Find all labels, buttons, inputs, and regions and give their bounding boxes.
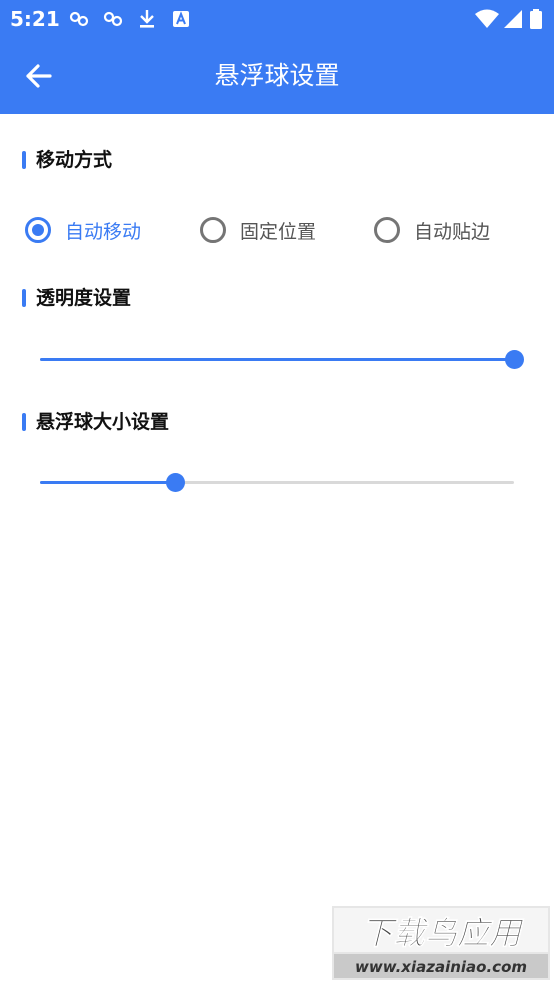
section-accent-bar	[22, 413, 26, 431]
radio-label-fixed-position: 固定位置	[240, 220, 317, 243]
radio-auto-edge[interactable]: 自动贴边	[374, 212, 490, 248]
download-icon	[140, 10, 154, 28]
radio-unchecked-icon	[374, 217, 400, 243]
app-bar: 悬浮球设置	[0, 38, 554, 114]
signal-icon	[504, 10, 522, 28]
section-accent-bar	[22, 151, 26, 169]
section-ball-size: 悬浮球大小设置	[22, 410, 169, 434]
section-title-move-mode: 移动方式	[36, 149, 113, 171]
slider-fill	[40, 481, 175, 484]
section-title-transparency: 透明度设置	[36, 287, 132, 309]
section-transparency: 透明度设置	[22, 286, 131, 310]
section-move-mode: 移动方式	[22, 148, 112, 172]
watermark-logo: 下载鸟应用 www.xiazainiao.com	[332, 906, 550, 980]
battery-icon	[530, 9, 542, 29]
slider-thumb[interactable]	[166, 473, 185, 492]
radio-label-auto-move: 自动移动	[65, 220, 142, 243]
section-accent-bar	[22, 289, 26, 307]
slider-thumb[interactable]	[505, 350, 524, 369]
watermark-url-text: www.xiazainiao.com	[355, 958, 527, 976]
slider-fill	[40, 358, 514, 361]
radio-fixed-position[interactable]: 固定位置	[200, 212, 316, 248]
wifi-icon	[475, 9, 499, 28]
status-time: 5:21	[10, 7, 60, 31]
status-bar: 5:21	[0, 0, 554, 38]
radio-checked-icon	[25, 217, 51, 243]
radio-label-auto-edge: 自动贴边	[414, 220, 491, 243]
page-title: 悬浮球设置	[214, 61, 340, 90]
link-icon	[103, 11, 123, 27]
move-mode-radio-group: 自动移动 固定位置 自动贴边	[0, 212, 554, 248]
radio-auto-move[interactable]: 自动移动	[25, 212, 141, 248]
ball-size-slider[interactable]	[40, 468, 514, 498]
store-icon	[173, 11, 189, 27]
section-title-ball-size: 悬浮球大小设置	[36, 411, 170, 433]
transparency-slider[interactable]	[40, 345, 524, 375]
radio-unchecked-icon	[200, 217, 226, 243]
link-icon	[69, 11, 89, 27]
watermark-main-text: 下载鸟应用	[361, 914, 525, 952]
app-header: 5:21 悬浮球设置	[0, 0, 554, 114]
back-button[interactable]	[20, 57, 58, 95]
